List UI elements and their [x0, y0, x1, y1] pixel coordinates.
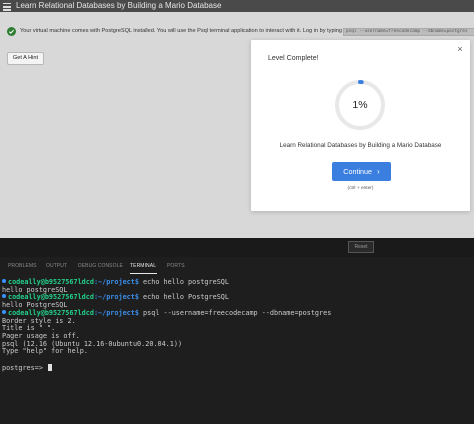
- command-code: psql --username=freecodecamp --dbname=po…: [343, 28, 474, 36]
- level-complete-modal: × Level Complete! 1% Learn Relational Da…: [251, 40, 470, 211]
- reset-button[interactable]: Reset: [348, 241, 374, 253]
- terminal-output-line: postgres=>: [2, 363, 53, 373]
- prompt-path: :~/project$: [93, 308, 139, 317]
- instruction-notice: Your virtual machine comes with PostgreS…: [0, 22, 474, 42]
- panel-tab-bar: PROBLEMS OUTPUT DEBUG CONSOLE TERMINAL P…: [0, 257, 474, 275]
- title-bar: Learn Relational Databases by Building a…: [0, 0, 474, 12]
- close-icon[interactable]: ×: [455, 44, 465, 54]
- command-text: psql --username=freecodecamp --dbname=po…: [138, 308, 332, 317]
- tab-problems[interactable]: PROBLEMS: [8, 263, 37, 270]
- terminal[interactable]: codeally@b9527567ldcd:~/project$ echo he…: [0, 275, 474, 424]
- command-text: echo hello postgreSQL: [138, 278, 229, 286]
- continue-button[interactable]: Continue ›: [332, 162, 391, 181]
- prompt-path: :~/project$: [93, 278, 139, 286]
- terminal-cursor: [48, 363, 53, 371]
- lesson-pane: Learn Relational Databases by Building a…: [0, 0, 474, 238]
- output-text: Type "help" for help.: [2, 347, 88, 356]
- instruction-text: Your virtual machine comes with PostgreS…: [20, 28, 343, 34]
- continue-label: Continue: [343, 167, 373, 176]
- course-name: Learn Relational Databases by Building a…: [279, 142, 442, 149]
- tab-output[interactable]: OUTPUT: [46, 263, 67, 270]
- modal-title: Level Complete!: [268, 55, 319, 62]
- prompt-path: :~/project$: [93, 293, 139, 302]
- reset-bar: Reset: [0, 238, 474, 257]
- command-text: echo hello PostgreSQL: [138, 293, 229, 302]
- terminal-output-line: Type "help" for help.: [2, 347, 88, 356]
- get-hint-button[interactable]: Get A Hint: [7, 52, 44, 65]
- chevron-right-icon: ›: [377, 167, 380, 176]
- check-circle-icon: [7, 27, 16, 36]
- tab-ports[interactable]: PORTS: [167, 263, 185, 270]
- hamburger-menu-icon[interactable]: [3, 1, 12, 11]
- command-status-dot-icon: [2, 309, 6, 314]
- tab-debug-console[interactable]: DEBUG CONSOLE: [78, 263, 123, 270]
- command-status-dot-icon: [2, 279, 6, 283]
- tab-terminal[interactable]: TERMINAL: [130, 263, 156, 270]
- command-status-dot-icon: [2, 294, 6, 299]
- progress-percent: 1%: [352, 99, 368, 111]
- shortcut-hint: (ctrl + enter): [347, 186, 374, 191]
- lesson-title: Learn Relational Databases by Building a…: [16, 1, 222, 10]
- output-text: postgres=>: [2, 363, 48, 372]
- active-tab-indicator: [130, 273, 157, 274]
